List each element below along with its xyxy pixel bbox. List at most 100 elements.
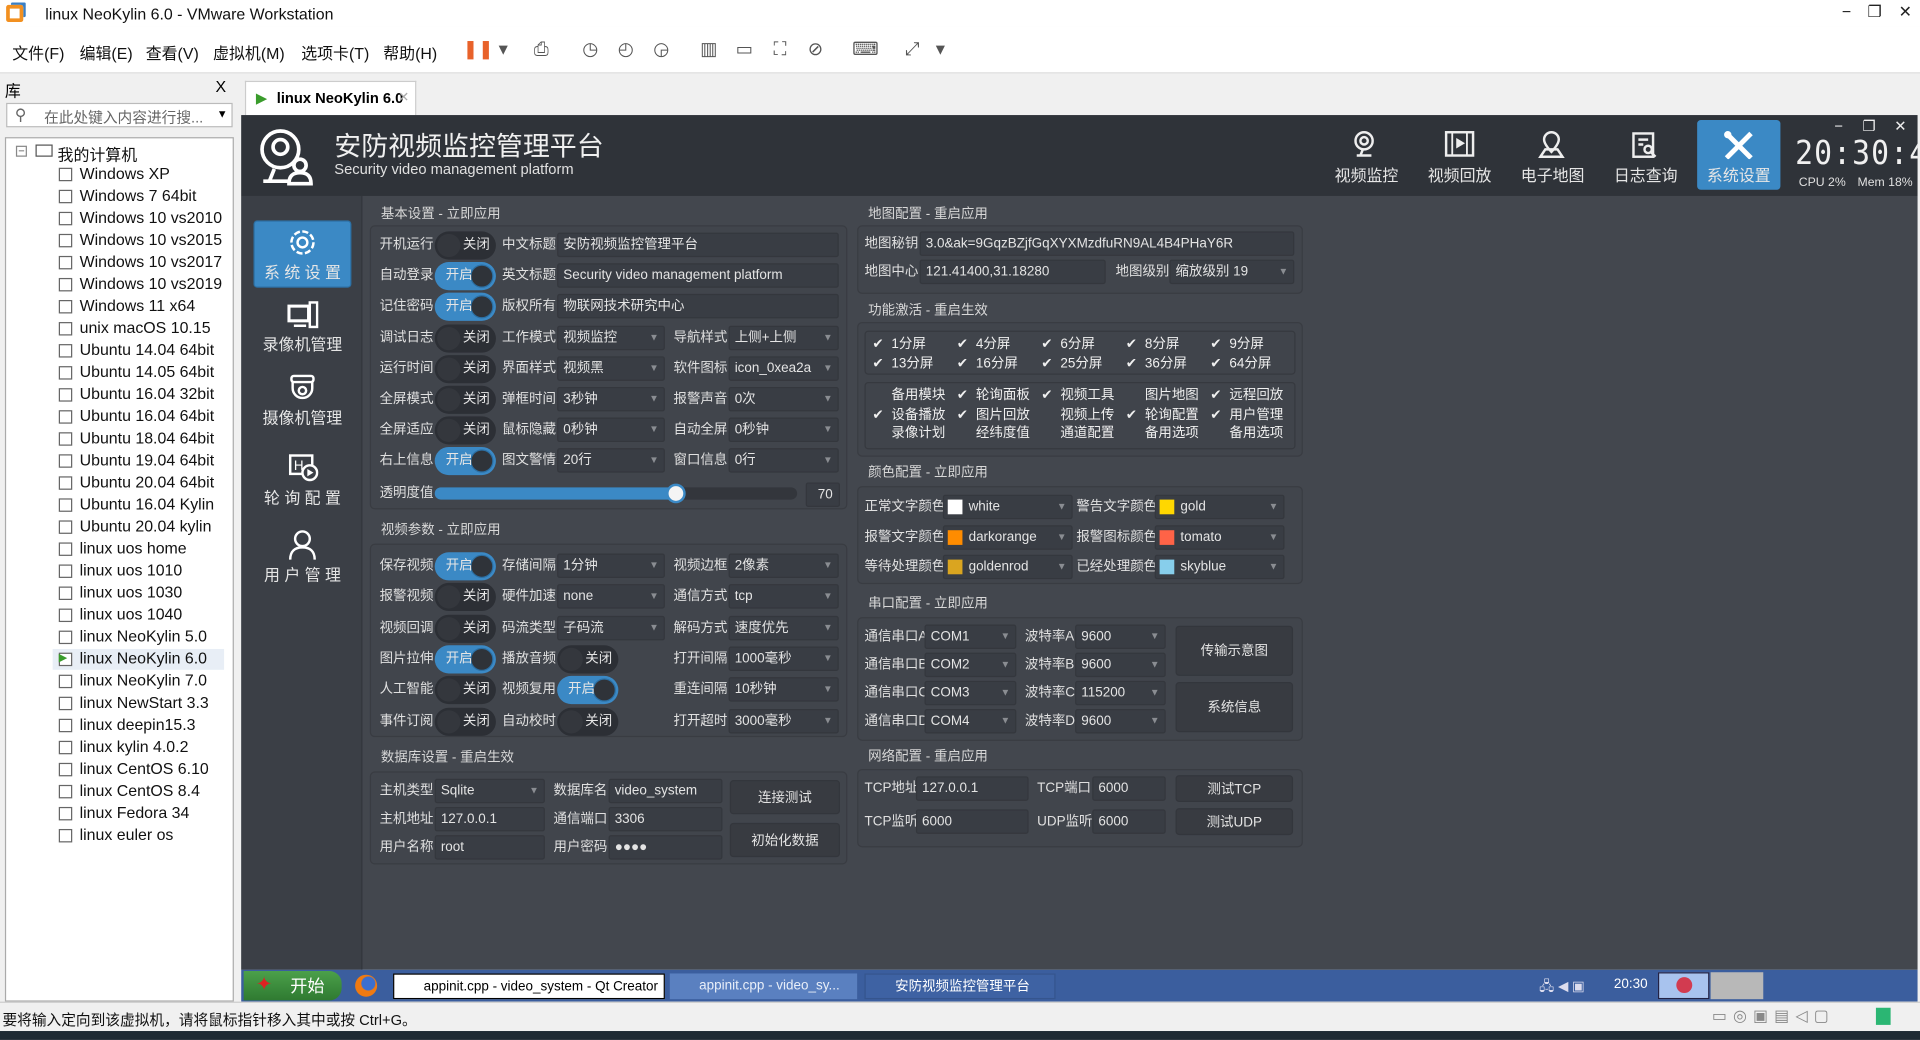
side-nav-poll[interactable]: H 轮 询 配 置 (253, 447, 351, 514)
menu-5[interactable]: 帮助(H) (383, 40, 437, 63)
send-keys-icon[interactable]: ⎙ (529, 38, 553, 62)
port-combo[interactable]: COM4 ▼ (924, 708, 1017, 734)
checkbox-checked-icon[interactable]: ✔ (1209, 406, 1224, 424)
revert-snapshot-icon[interactable]: ◴ (613, 38, 637, 62)
combo-box[interactable]: 视频黑 ▼ (557, 356, 665, 381)
checkbox-item[interactable]: 图片地图 (1124, 387, 1199, 405)
tree-item[interactable]: Ubuntu 16.04 Kylin (53, 495, 224, 516)
firefox-icon[interactable] (355, 974, 378, 997)
text-input[interactable]: 安防视频监控管理平台 (557, 232, 839, 258)
tree-item[interactable]: Ubuntu 20.04 64bit (53, 473, 224, 494)
color-combo[interactable]: gold ▼ (1154, 494, 1285, 520)
console-icon[interactable]: ⌨ (852, 38, 879, 62)
baud-combo[interactable]: 9600 ▼ (1075, 652, 1166, 678)
toggle-switch[interactable]: 关闭 (434, 707, 496, 736)
checkbox-item[interactable]: ✔ 25分屏 (1040, 354, 1102, 372)
toggle-switch[interactable]: 开启 (434, 447, 496, 476)
tree-item[interactable]: linux CentOS 6.10 (53, 759, 224, 780)
nav-film[interactable]: 视频回放 (1418, 120, 1501, 190)
combo-box[interactable]: 1分钟 ▼ (557, 553, 665, 578)
color-combo[interactable]: darkorange ▼ (942, 524, 1073, 550)
nav-tools[interactable]: 系统设置 (1697, 120, 1781, 190)
toggle-switch[interactable]: 关闭 (434, 354, 496, 384)
checkbox-checked-icon[interactable]: ✔ (1209, 387, 1224, 405)
show-desktop-button[interactable] (1710, 972, 1764, 1000)
combo-box[interactable]: 视频监控 ▼ (557, 325, 665, 350)
checkbox-item[interactable]: ✔ 8分屏 (1124, 336, 1180, 354)
unity-icon[interactable]: ⊘ (803, 38, 827, 62)
snapshot-icon[interactable]: ◷ (578, 38, 602, 62)
combo-box[interactable]: 0秒钟 ▼ (728, 417, 839, 443)
toggle-switch[interactable]: 关闭 (434, 614, 496, 643)
combo-box[interactable]: 3秒钟 ▼ (557, 386, 665, 412)
baud-combo[interactable]: 9600 ▼ (1075, 624, 1166, 649)
taskbar-item-qtcreator[interactable]: appinit.cpp - video_system - Qt Creator (393, 973, 665, 1000)
menu-2[interactable]: 查看(V) (146, 40, 199, 63)
checkbox-item[interactable]: ✔ 1分屏 (871, 336, 926, 354)
checkbox-checked-icon[interactable]: ✔ (1040, 354, 1055, 372)
checkbox-checked-icon[interactable]: ✔ (1209, 354, 1224, 372)
nav-camera[interactable]: 视频监控 (1325, 120, 1408, 190)
checkbox-item[interactable]: ✔ 图片回放 (955, 406, 1030, 424)
dropdown-icon[interactable]: ▾ (928, 38, 952, 62)
text-input[interactable]: 物联网技术研究中心 (557, 294, 839, 319)
text-input[interactable]: Security video management platform (557, 263, 839, 288)
toggle-switch[interactable]: 关闭 (434, 676, 496, 705)
toggle-switch[interactable]: 关闭 (434, 323, 496, 353)
combo-box[interactable]: 0次 ▼ (728, 386, 839, 412)
library-search[interactable]: ⚲ 在此处键入内容进行搜... ▼ (6, 102, 233, 128)
text-input[interactable]: 3306 (608, 806, 723, 832)
checkbox-item[interactable]: ✔ 视频工具 (1040, 387, 1114, 405)
checkbox-checked-icon[interactable]: ✔ (1040, 336, 1055, 354)
library-view-icon[interactable]: ▥ (697, 38, 721, 62)
nav-map-pin[interactable]: 电子地图 (1511, 120, 1594, 190)
checkbox-checked-icon[interactable]: ✔ (1124, 336, 1139, 354)
checkbox-item[interactable]: ✔ 轮询面板 (955, 387, 1030, 405)
toggle-switch[interactable]: 开启 (434, 552, 496, 581)
fullscreen-icon[interactable]: ⛶ (768, 38, 792, 62)
search-dropdown-icon[interactable]: ▼ (217, 108, 228, 120)
map-key-input[interactable]: 3.0&ak=9GqzBZjfGqXYXMzdfuRN9AL4B4PHaY6R (919, 231, 1295, 256)
baud-combo[interactable]: 115200 ▼ (1075, 680, 1166, 706)
toggle-switch[interactable]: 开启 (434, 262, 496, 291)
serial-button-0[interactable]: 传输示意图 (1175, 625, 1294, 676)
tree-item[interactable]: Ubuntu 16.04 64bit (53, 407, 224, 428)
checkbox-item[interactable]: ✔ 16分屏 (955, 354, 1018, 372)
taskbar-item-app[interactable]: 安防视频监控管理平台 (864, 973, 1056, 1000)
db-button-0[interactable]: 连接测试 (729, 780, 841, 815)
tree-item[interactable]: Ubuntu 16.04 32bit (53, 384, 224, 405)
checkbox-item[interactable]: 录像计划 (871, 425, 945, 443)
combo-box[interactable]: 0行 ▼ (728, 448, 839, 474)
toggle-switch[interactable]: 关闭 (557, 645, 619, 674)
checkbox-item[interactable]: ✔ 36分屏 (1124, 354, 1187, 372)
checkbox-item[interactable]: ✔ 64分屏 (1209, 354, 1271, 372)
side-nav-gear[interactable]: 系 统 设 置 (253, 220, 352, 288)
network-test-button-0[interactable]: 测试TCP (1175, 775, 1294, 803)
port-combo[interactable]: COM1 ▼ (924, 624, 1017, 649)
app-close-button[interactable]: ✕ (1894, 118, 1906, 135)
checkbox-item[interactable]: ✔ 13分屏 (871, 354, 933, 372)
tree-item[interactable]: Ubuntu 20.04 kylin (53, 517, 224, 538)
checkbox-item[interactable]: ✔ 9分屏 (1209, 336, 1264, 354)
taskbar-item-appinit[interactable]: appinit.cpp - video_sy... (669, 973, 858, 1000)
combo-box[interactable]: 3000毫秒 ▼ (728, 708, 839, 733)
combo-box[interactable]: none ▼ (557, 584, 665, 609)
color-combo[interactable]: skyblue ▼ (1154, 554, 1285, 580)
text-input[interactable]: video_system (608, 778, 723, 804)
tree-item[interactable]: linux NeoKylin 7.0 (53, 671, 224, 692)
tree-item[interactable]: linux Fedora 34 (53, 803, 224, 824)
checkbox-checked-icon[interactable]: ✔ (1124, 406, 1139, 424)
side-nav-user[interactable]: 用 户 管 理 (253, 524, 351, 591)
checkbox-item[interactable]: ✔ 设备播放 (871, 406, 945, 424)
combo-box[interactable]: 1000毫秒 ▼ (728, 646, 839, 671)
tab-linux-neokylin-6[interactable]: ▶ linux NeoKylin 6.0 ✕ (244, 80, 417, 116)
toggle-switch[interactable]: 关闭 (434, 385, 496, 414)
tree-item[interactable]: Ubuntu 19.04 64bit (53, 451, 224, 472)
combo-box[interactable]: tcp ▼ (728, 584, 839, 609)
tree-item[interactable]: linux uos 1010 (53, 561, 224, 582)
tree-item[interactable]: linux uos 1030 (53, 583, 224, 604)
tree-item[interactable]: linux uos home (53, 539, 224, 560)
db-button-1[interactable]: 初始化数据 (729, 822, 841, 858)
checkbox-checked-icon[interactable]: ✔ (955, 336, 970, 354)
combo-box[interactable]: 子码流 ▼ (557, 615, 665, 640)
